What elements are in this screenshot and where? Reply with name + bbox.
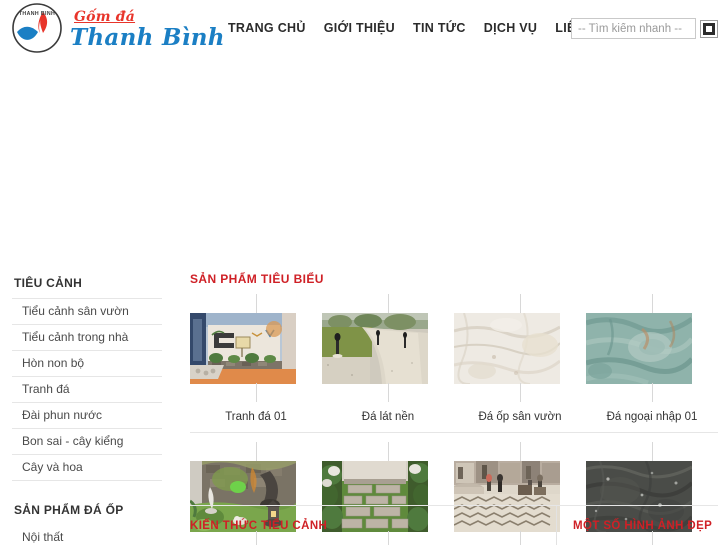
nav-item-gioi-thieu[interactable]: GIỚI THIỆU	[324, 21, 395, 35]
sidebar-item-tieu-canh-san-vuon[interactable]: Tiểu cảnh sân vườn	[12, 298, 162, 325]
sidebar-item-cay-va-hoa[interactable]: Cây và hoa	[12, 455, 162, 481]
product-row-divider	[190, 432, 718, 433]
search-button[interactable]	[700, 19, 718, 38]
stone-wall-art-thumbnail-icon	[190, 313, 296, 384]
sidebar-group-title-san-pham-da-op: SẢN PHẨM ĐÁ ỐP	[14, 503, 124, 517]
sidebar-group-san-pham-da-op: SẢN PHẨM ĐÁ ỐP Nội thất Ngoại thất Sân v…	[12, 499, 162, 545]
logo-mark-icon: THANH BINH	[12, 3, 62, 53]
sidebar-item-tranh-da[interactable]: Tranh đá	[12, 377, 162, 403]
white-marble-texture-thumbnail-icon	[454, 313, 560, 384]
sidebar-item-hon-non-bo[interactable]: Hòn non bộ	[12, 351, 162, 377]
teal-marble-texture-thumbnail-icon	[586, 313, 692, 384]
nav-item-tin-tuc[interactable]: TIN TỨC	[413, 21, 466, 35]
main-navigation: TRANG CHỦ GIỚI THIỆU TIN TỨC DỊCH VỤ LIÊ…	[228, 21, 607, 35]
sidebar-item-tieu-canh-trong-nha[interactable]: Tiểu cảnh trong nhà	[12, 325, 162, 351]
knowledge-section: KIẾN THỨC TIỂU CẢNH	[190, 506, 557, 545]
nav-item-trang-chu[interactable]: TRANG CHỦ	[228, 21, 306, 35]
product-row-1: Tranh đá 01 Đá lát nền Đá ốp sân vườn Đá…	[190, 294, 718, 423]
gravel-garden-path-thumbnail-icon	[322, 313, 428, 384]
sidebar-item-noi-that[interactable]: Nội thất	[12, 525, 162, 545]
sidebar-item-dai-phun-nuoc[interactable]: Đài phun nước	[12, 403, 162, 429]
product-card-da-ngoai-nhap-01[interactable]: Đá ngoại nhập 01	[586, 294, 718, 423]
product-card-tranh-da-01[interactable]: Tranh đá 01	[190, 294, 322, 423]
logo-tagline: Gốm đá	[74, 8, 136, 25]
search-input[interactable]	[571, 18, 696, 39]
product-label-da-ngoai-nhap-01: Đá ngoại nhập 01	[606, 411, 698, 423]
gallery-section: MỘT SỐ HÌNH ẢNH ĐẸP	[557, 506, 718, 545]
bottom-sections: KIẾN THỨC TIỂU CẢNH MỘT SỐ HÌNH ẢNH ĐẸP	[190, 505, 718, 545]
banner-area	[0, 58, 727, 270]
sidebar-group-title-tieu-canh: TIÊU CẢNH	[14, 276, 83, 290]
product-thumb-da-op-san-vuon	[454, 294, 586, 402]
sidebar-group-tieu-canh: TIÊU CẢNH Tiểu cảnh sân vườn Tiểu cảnh t…	[12, 272, 162, 481]
svg-text:THANH BINH: THANH BINH	[19, 11, 55, 17]
product-thumb-tranh-da-01	[190, 294, 322, 402]
nav-item-dich-vu[interactable]: DỊCH VỤ	[484, 21, 538, 35]
page-root: THANH BINH Gốm đá Thanh Bình TRANG CHỦ G…	[0, 0, 727, 545]
product-label-da-lat-nen: Đá lát nền	[361, 411, 415, 423]
product-card-da-lat-nen[interactable]: Đá lát nền	[322, 294, 454, 423]
gallery-section-title: MỘT SỐ HÌNH ẢNH ĐẸP	[573, 520, 713, 532]
product-label-da-op-san-vuon: Đá ốp sân vườn	[478, 411, 562, 423]
logo-brand-name: Thanh Bình	[70, 23, 225, 51]
product-thumb-da-lat-nen	[322, 294, 454, 402]
sidebar-item-bon-sai-cay-kieng[interactable]: Bon sai - cây kiểng	[12, 429, 162, 455]
product-card-da-op-san-vuon[interactable]: Đá ốp sân vườn	[454, 294, 586, 423]
search-icon	[703, 22, 715, 35]
site-header: THANH BINH Gốm đá Thanh Bình TRANG CHỦ G…	[0, 0, 727, 58]
featured-products-title: SẢN PHẨM TIÊU BIỂU	[190, 272, 324, 286]
product-thumb-da-ngoai-nhap-01	[586, 294, 718, 402]
search-area	[571, 18, 718, 39]
site-logo[interactable]: THANH BINH Gốm đá Thanh Bình	[10, 2, 225, 54]
product-label-tranh-da-01: Tranh đá 01	[225, 411, 287, 423]
sidebar: TIÊU CẢNH Tiểu cảnh sân vườn Tiểu cảnh t…	[12, 272, 162, 545]
knowledge-section-title: KIẾN THỨC TIỂU CẢNH	[190, 520, 328, 532]
